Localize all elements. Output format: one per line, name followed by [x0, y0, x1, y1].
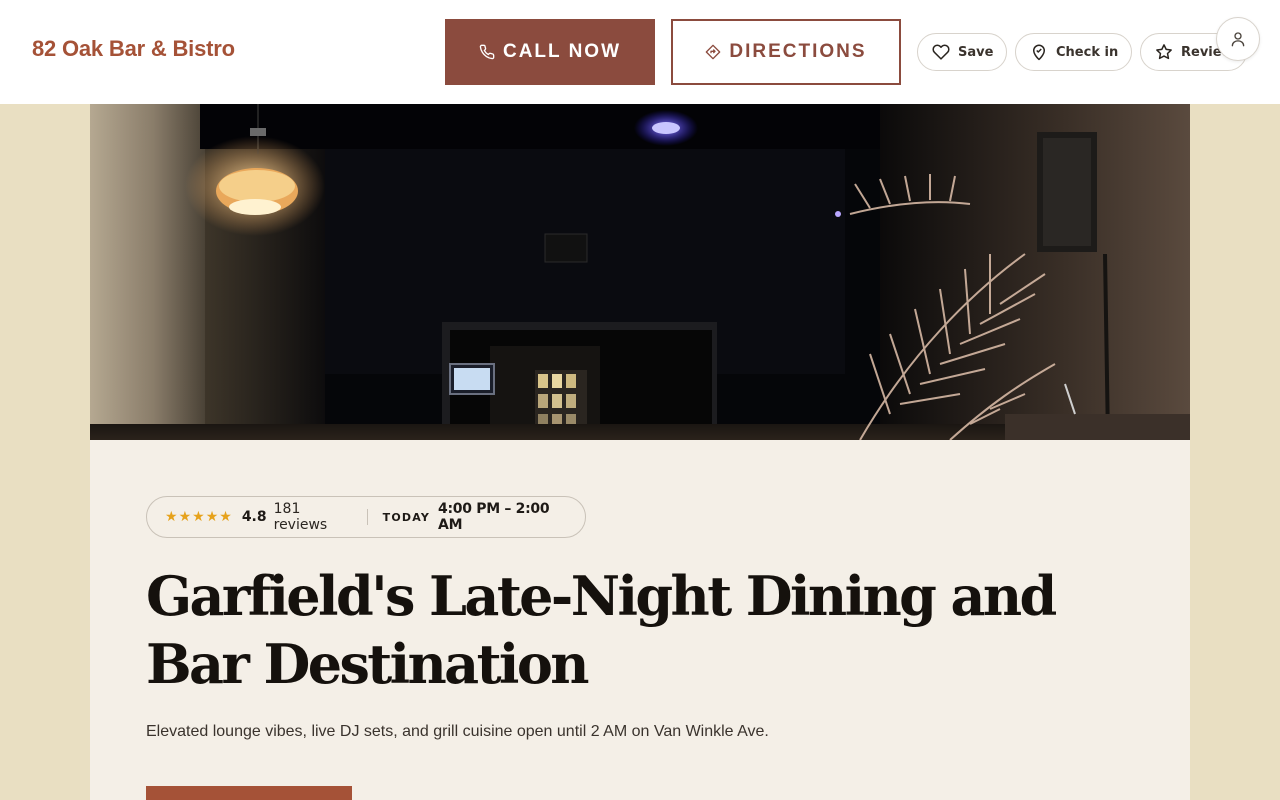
bar-interior-photo: [90, 104, 1190, 440]
save-label: Save: [958, 44, 994, 60]
call-now-button[interactable]: CALL NOW: [445, 19, 655, 85]
directions-label: DIRECTIONS: [729, 41, 867, 62]
review-count[interactable]: 181 reviews: [274, 501, 352, 533]
star-filled-icon: ★: [165, 509, 178, 525]
today-label: TODAY: [382, 510, 431, 524]
user-icon: [1231, 32, 1245, 47]
star-filled-icon: ★: [192, 509, 205, 525]
star-outline-icon: [1156, 44, 1172, 60]
pill-divider: [366, 509, 368, 525]
rating-hours-pill: ★ ★ ★ ★ ★ 4.8 181 reviews TODAY 4:00 PM – 2:…: [146, 496, 586, 538]
check-in-label: Check in: [1056, 44, 1119, 60]
phone-icon: [479, 44, 495, 60]
heart-icon: [932, 44, 950, 60]
directions-button[interactable]: DIRECTIONS: [671, 19, 901, 85]
star-rating: ★ ★ ★ ★ ★: [165, 510, 232, 524]
content-card: ★ ★ ★ ★ ★ 4.8 181 reviews TODAY 4:00 PM – 2:…: [90, 440, 1190, 800]
check-in-button[interactable]: Check in: [1015, 33, 1132, 71]
brand-name[interactable]: 82 Oak Bar & Bistro: [32, 36, 235, 62]
rating-value: 4.8: [241, 509, 267, 525]
site-header: 82 Oak Bar & Bistro CALL NOW DIRECTIONS …: [0, 0, 1280, 104]
account-button[interactable]: [1216, 17, 1260, 61]
page-subtitle: Elevated lounge vibes, live DJ sets, and…: [146, 723, 769, 740]
call-now-label: CALL NOW: [502, 41, 622, 62]
page-title: Garfield's Late-Night Dining and Bar Des…: [146, 564, 1057, 696]
primary-cta-button[interactable]: [146, 786, 352, 800]
save-button[interactable]: Save: [917, 33, 1007, 71]
opening-hours: 4:00 PM – 2:00 AM: [438, 501, 550, 533]
star-filled-icon: ★: [205, 509, 219, 525]
directions-icon: [706, 44, 721, 60]
star-filled-icon: ★: [219, 509, 232, 525]
star-filled-icon: ★: [178, 509, 192, 525]
hero-photo: [90, 104, 1190, 440]
location-pin-icon: [1033, 44, 1045, 61]
